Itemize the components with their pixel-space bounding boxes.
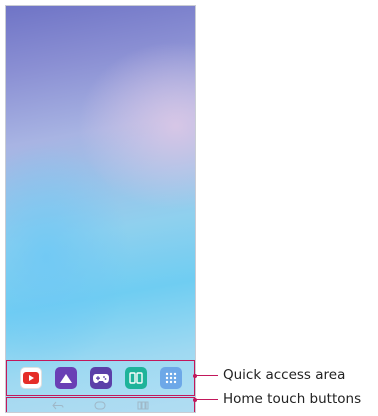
home-button-icon[interactable] — [93, 400, 107, 410]
quick-access-area — [6, 360, 195, 396]
quick-access-callout-line — [196, 375, 218, 376]
home-touch-label: Home touch buttons — [223, 391, 362, 407]
game-icon[interactable] — [89, 367, 112, 389]
home-screen — [5, 5, 196, 413]
multi-window-icon[interactable] — [124, 367, 147, 389]
apps-drawer-icon[interactable] — [159, 367, 182, 389]
home-touch-callout-line — [196, 399, 218, 400]
home-touch-buttons — [6, 397, 195, 412]
gallery-icon[interactable] — [54, 367, 77, 389]
quick-access-label: Quick access area — [223, 367, 346, 383]
back-button-icon[interactable] — [51, 400, 65, 410]
youtube-icon[interactable] — [19, 367, 42, 389]
recents-button-icon[interactable] — [136, 400, 150, 410]
manual-illustration: Quick access area Home touch buttons — [0, 0, 378, 416]
